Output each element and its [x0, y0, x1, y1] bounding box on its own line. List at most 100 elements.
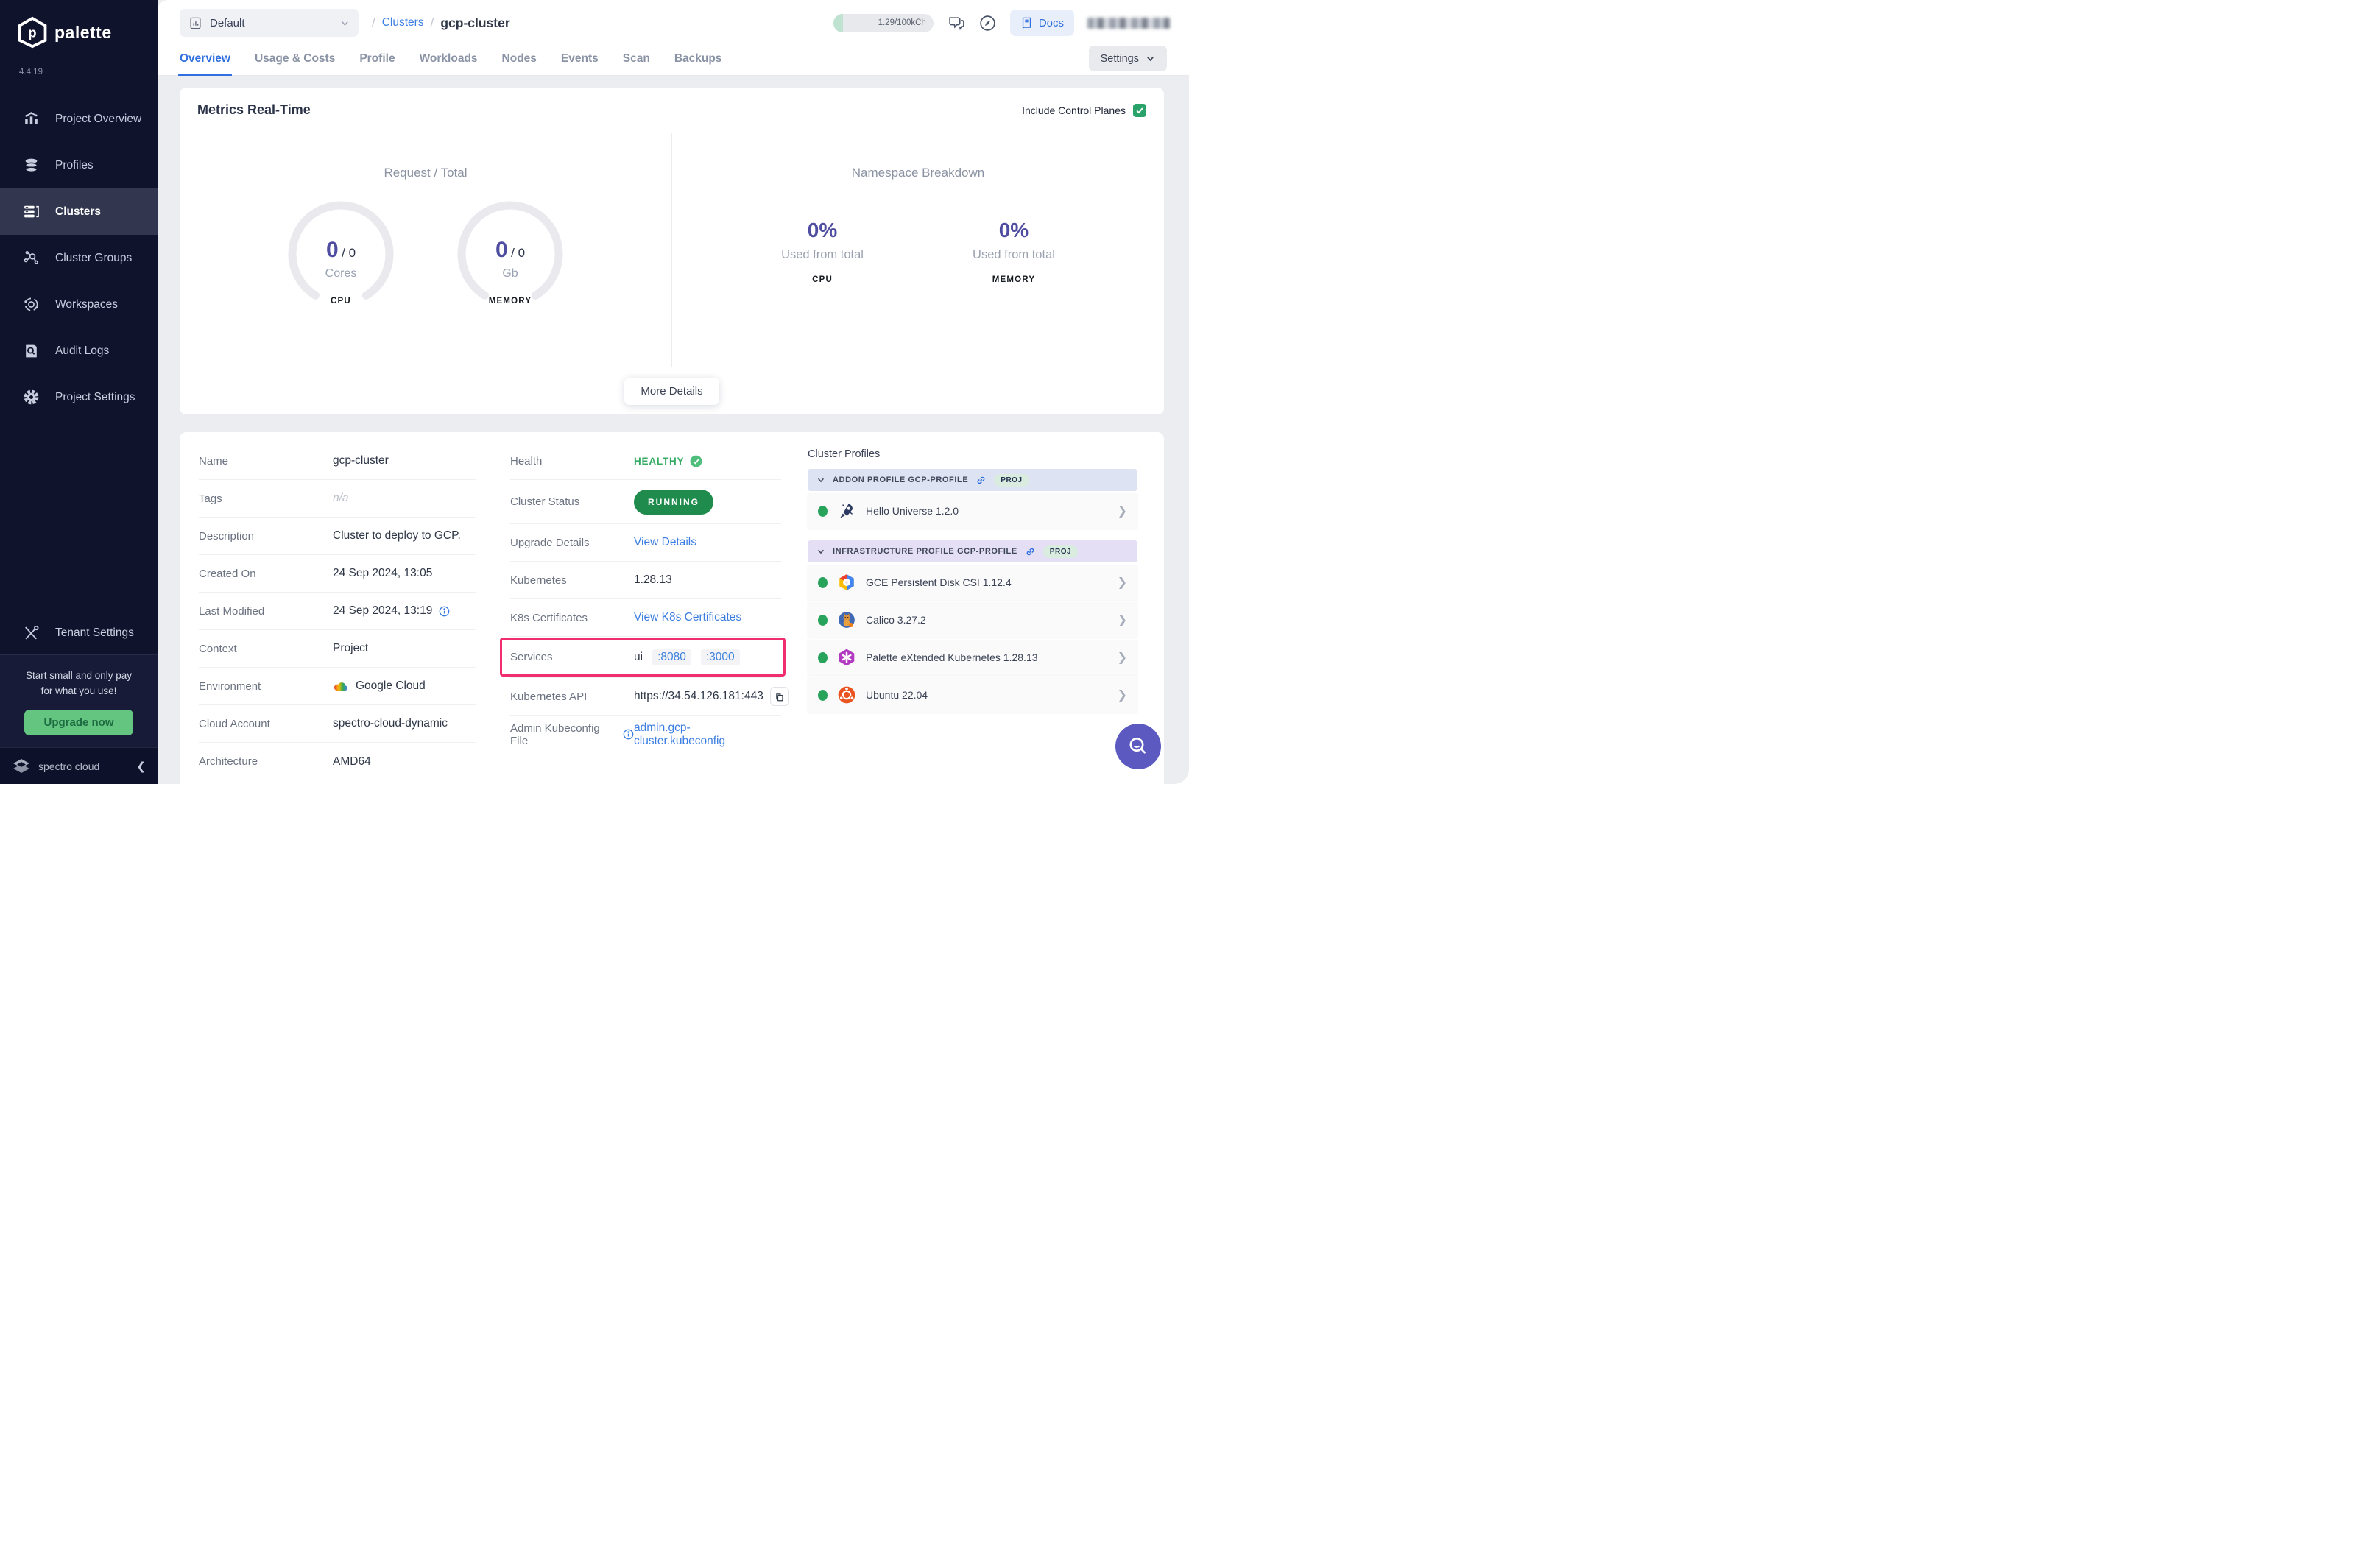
detail-row-cloud-account: Cloud Account spectro-cloud-dynamic	[199, 705, 476, 743]
tab-workloads[interactable]: Workloads	[420, 41, 478, 76]
sidebar-footer: spectro cloud ❮	[0, 747, 158, 784]
memory-gauge-unit: Gb	[502, 267, 518, 280]
sidebar-item-label: Project Overview	[55, 112, 142, 125]
tab-backups[interactable]: Backups	[674, 41, 722, 76]
sidebar-item-profiles[interactable]: Profiles	[0, 142, 158, 188]
explore-button[interactable]	[978, 14, 997, 32]
link-icon	[1026, 548, 1034, 555]
addon-profile-group-header[interactable]: ADDON PROFILE GCP-PROFILE PROJ	[808, 469, 1137, 491]
namespace-breakdown-panel: Namespace Breakdown 0% Used from total C…	[672, 133, 1164, 367]
status-dot-icon	[818, 614, 828, 626]
compass-icon	[980, 15, 995, 31]
chevron-down-icon	[342, 21, 348, 26]
check-icon	[1136, 107, 1143, 113]
chat-button[interactable]	[947, 14, 965, 32]
infrastructure-profile-group-header[interactable]: INFRASTRUCTURE PROFILE GCP-PROFILE PROJ	[808, 540, 1137, 562]
addon-profile-group-label: ADDON PROFILE GCP-PROFILE	[833, 476, 969, 484]
tab-usage-costs[interactable]: Usage & Costs	[255, 41, 335, 76]
profile-item-calico[interactable]: Calico 3.27.2 ❯	[808, 602, 1137, 638]
detail-row-name: Name gcp-cluster	[199, 442, 476, 480]
settings-button[interactable]: Settings	[1088, 46, 1167, 71]
sidebar-item-label: Audit Logs	[55, 344, 110, 357]
breadcrumb-separator: /	[430, 15, 434, 29]
view-k8s-certificates-link[interactable]: View K8s Certificates	[634, 611, 741, 624]
tab-profile[interactable]: Profile	[359, 41, 395, 76]
network-icon	[24, 251, 38, 264]
top-bar: Default / Clusters / gcp-cluster 1.29/10…	[158, 0, 1189, 41]
profile-item-pxk[interactable]: Palette eXtended Kubernetes 1.28.13 ❯	[808, 640, 1137, 675]
namespace-stats: 0% Used from total CPU 0% Used from tota…	[672, 219, 1164, 284]
sidebar-item-label: Workspaces	[55, 297, 118, 311]
gear-icon	[24, 389, 39, 405]
sidebar-item-project-overview[interactable]: Project Overview	[0, 96, 158, 142]
usage-quota-value: 1.29/100kCh	[878, 18, 926, 27]
running-status-badge: RUNNING	[634, 489, 713, 515]
namespace-memory-stat: 0% Used from total MEMORY	[973, 219, 1055, 284]
check-circle-icon	[690, 455, 702, 467]
tab-overview[interactable]: Overview	[178, 41, 232, 76]
search-assistant-fab[interactable]	[1115, 724, 1161, 769]
user-name-redacted[interactable]	[1087, 17, 1170, 29]
sidebar-item-label: Cluster Groups	[55, 251, 133, 264]
ubuntu-logo	[838, 686, 855, 704]
cpu-gauge-value: 0 / 0	[325, 238, 356, 262]
breadcrumb-clusters-link[interactable]: Clusters	[382, 16, 424, 29]
link-icon	[977, 476, 985, 484]
docs-button[interactable]: Docs	[1009, 10, 1074, 36]
detail-row-description: Description Cluster to deploy to GCP.	[199, 518, 476, 555]
sidebar-item-workspaces[interactable]: Workspaces	[0, 281, 158, 328]
sidebar-item-label: Project Settings	[55, 390, 135, 403]
detail-row-architecture: Architecture AMD64	[199, 755, 371, 769]
copy-api-url-button[interactable]	[769, 687, 789, 706]
profile-item-gce-disk[interactable]: GCE Persistent Disk CSI 1.12.4 ❯	[808, 565, 1137, 600]
upgrade-now-button[interactable]: Upgrade now	[24, 710, 133, 735]
details-middle-column: Health HEALTHY Cluster Status RUNNING Up…	[491, 442, 800, 784]
page-body: Metrics Real-Time Include Control Planes…	[158, 76, 1189, 784]
cpu-gauge-caption: CPU	[331, 297, 351, 306]
request-total-title: Request / Total	[384, 166, 468, 180]
kubeconfig-download-link[interactable]: admin.gcp-cluster.kubeconfig	[634, 721, 781, 748]
layers-icon	[24, 158, 38, 173]
namespace-cpu-stat: 0% Used from total CPU	[781, 219, 864, 284]
proj-badge: PROJ	[994, 473, 1029, 487]
sidebar-item-clusters[interactable]: Clusters	[0, 188, 158, 235]
usage-quota-pill: 1.29/100kCh	[833, 13, 934, 32]
project-selector[interactable]: Default	[180, 9, 359, 37]
detail-row-services-highlighted: Services ui :8080 :3000	[500, 637, 786, 678]
more-details-button[interactable]: More Details	[624, 377, 719, 405]
pxk-logo	[839, 649, 855, 666]
include-control-planes-checkbox[interactable]	[1133, 103, 1146, 117]
sidebar-item-cluster-groups[interactable]: Cluster Groups	[0, 235, 158, 281]
profile-item-ubuntu[interactable]: Ubuntu 22.04 ❯	[808, 677, 1137, 713]
promo-text: Start small and only pay for what you us…	[25, 670, 133, 697]
tab-scan[interactable]: Scan	[623, 41, 650, 76]
sidebar-item-project-settings[interactable]: Project Settings	[0, 374, 158, 420]
service-port-8080-link[interactable]: :8080	[652, 649, 691, 665]
service-port-3000-link[interactable]: :3000	[700, 649, 740, 665]
memory-gauge-caption: MEMORY	[488, 297, 532, 306]
info-icon[interactable]	[623, 729, 634, 740]
info-icon[interactable]	[439, 606, 450, 617]
chevron-right-icon: ❯	[1117, 576, 1127, 589]
bar-chart-icon	[25, 112, 38, 124]
tools-icon	[25, 625, 39, 640]
profile-item-hello-universe[interactable]: Hello Universe 1.2.0 ❯	[808, 493, 1137, 529]
view-details-link[interactable]: View Details	[634, 536, 696, 549]
sidebar: p palette 4.4.19 Project Overview Profil…	[0, 0, 158, 784]
metrics-realtime-card: Metrics Real-Time Include Control Planes…	[180, 88, 1164, 414]
sidebar-item-tenant-settings[interactable]: Tenant Settings	[0, 612, 158, 654]
status-dot-icon	[818, 505, 828, 517]
brand-logo: p palette	[0, 0, 158, 49]
proj-badge: PROJ	[1042, 545, 1079, 558]
detail-row-cluster-status: Cluster Status RUNNING	[510, 480, 781, 524]
app-version: 4.4.19	[19, 68, 43, 77]
collapse-sidebar-icon[interactable]: ❮	[136, 760, 146, 773]
detail-row-last-modified: Last Modified 24 Sep 2024, 13:19	[199, 593, 476, 630]
sidebar-item-audit-logs[interactable]: Audit Logs	[0, 328, 158, 374]
project-chart-icon	[190, 17, 201, 29]
tab-nodes[interactable]: Nodes	[502, 41, 537, 76]
chevron-right-icon: ❯	[1117, 651, 1127, 664]
chevron-right-icon: ❯	[1117, 505, 1127, 518]
tab-events[interactable]: Events	[561, 41, 599, 76]
